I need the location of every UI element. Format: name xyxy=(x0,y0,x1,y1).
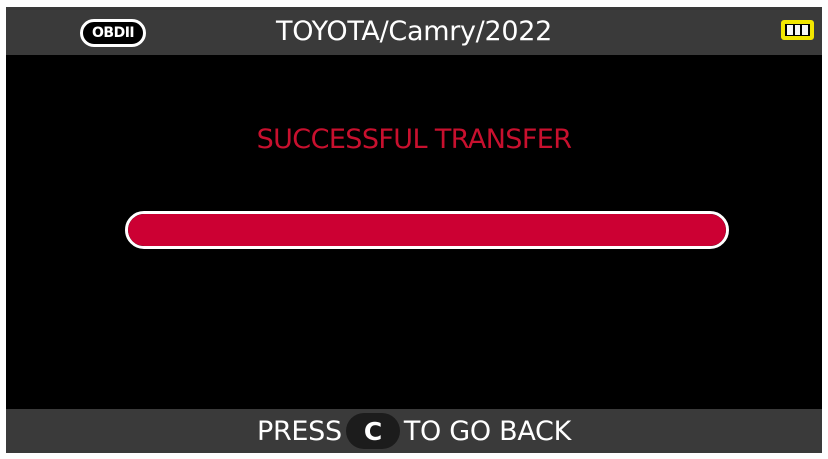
progress-fill xyxy=(128,214,726,246)
transfer-status-message: SUCCESSFUL TRANSFER xyxy=(256,124,572,155)
footer-action-label: TO GO BACK xyxy=(403,415,572,447)
header-bar: OBDII TOYOTA/Camry/2022 xyxy=(6,7,822,55)
vehicle-title: TOYOTA/Camry/2022 xyxy=(276,15,552,47)
footer-press-label: PRESS xyxy=(256,415,342,447)
back-key-c[interactable]: C xyxy=(345,413,400,449)
obdii-badge: OBDII xyxy=(80,19,147,47)
device-screen: OBDII TOYOTA/Camry/2022 SUCCESSFUL TRANS… xyxy=(6,7,822,453)
battery-full-icon xyxy=(781,20,814,40)
transfer-progress-bar xyxy=(125,211,729,249)
footer-bar: PRESS C TO GO BACK xyxy=(6,409,822,453)
